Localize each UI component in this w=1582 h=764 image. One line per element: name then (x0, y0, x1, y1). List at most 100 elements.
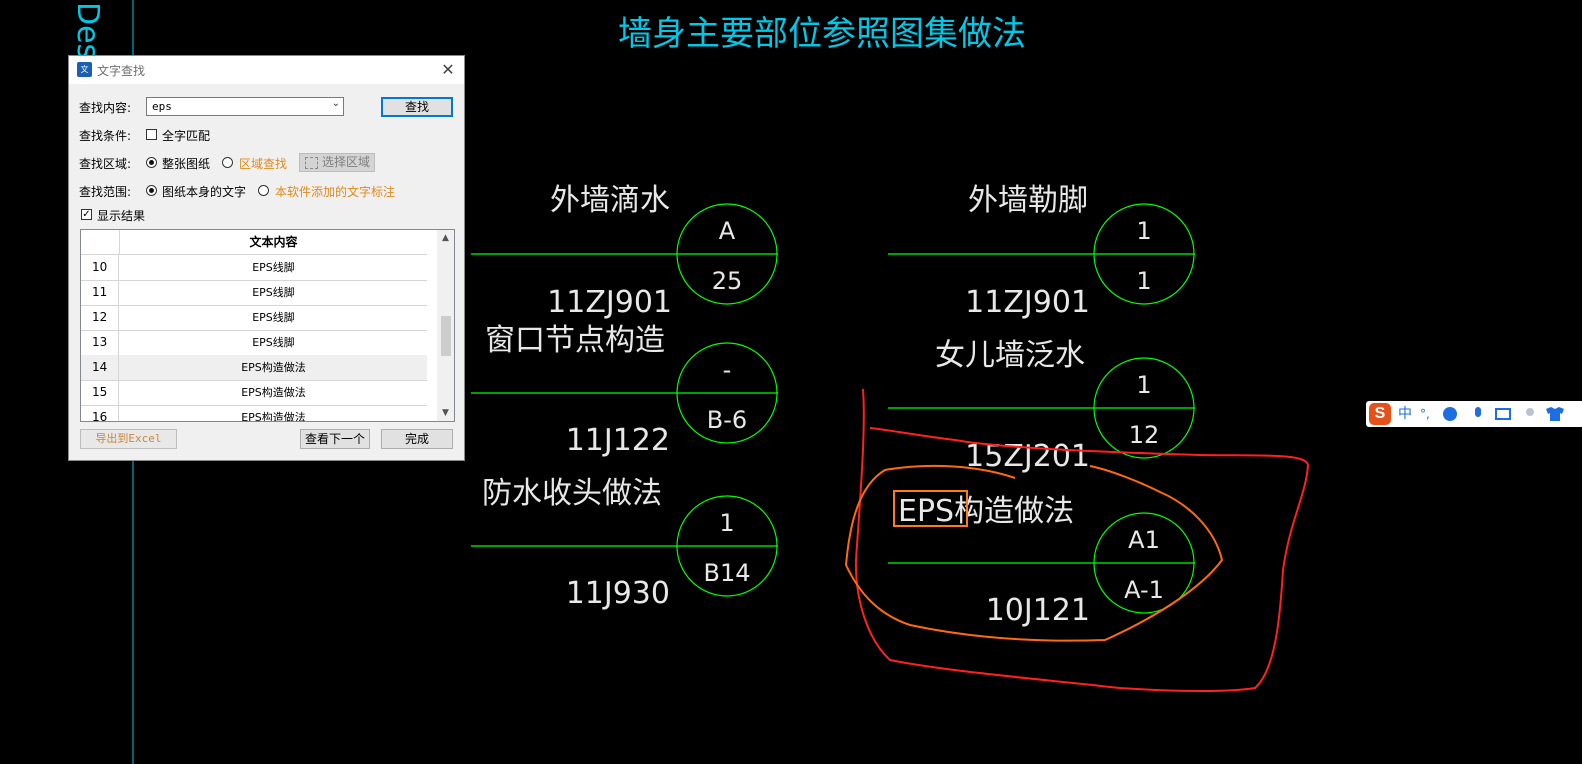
row-text: EPS线脚 (252, 336, 295, 349)
index-top-text: 1 (1136, 217, 1151, 245)
find-button[interactable]: 查找 (381, 97, 453, 117)
row-number: 16 (81, 405, 119, 421)
area-whole-label[interactable]: 整张图纸 (162, 155, 210, 172)
skin-icon[interactable] (1546, 407, 1564, 421)
atlas-code-text: 11J122 (566, 423, 670, 458)
row-number: 12 (81, 305, 119, 330)
scroll-up-icon[interactable]: ▲ (437, 230, 454, 246)
chevron-down-icon[interactable]: ⌄ (332, 98, 340, 109)
select-area-label: 选择区域 (322, 155, 371, 169)
table-row[interactable]: 16 EPS构造做法 (81, 405, 427, 422)
index-bottom-text: 1 (1136, 267, 1151, 295)
view-next-button[interactable]: 查看下一个 (300, 429, 370, 449)
search-condition-label: 查找条件: (79, 129, 132, 143)
scroll-thumb[interactable] (441, 316, 451, 356)
atlas-code-text: 11ZJ901 (965, 285, 1090, 320)
results-table[interactable]: 文本内容 10 EPS线脚 11 EPS线脚 12 EPS线脚 13 EPS线脚 14 EPS构造… (80, 229, 455, 422)
ime-mode-toggle[interactable]: 中 (1398, 405, 1412, 423)
detail-name-text: 外墙滴水 (550, 183, 670, 218)
export-excel-button[interactable]: 导出到Excel (80, 429, 177, 449)
edge-text: Des (70, 2, 105, 59)
emoji-icon[interactable] (1443, 407, 1457, 421)
detail-symbol: - B-6 11J122 窗口节点构造 (471, 323, 778, 458)
detail-symbol: 1 1 11ZJ901 外墙勒脚 (888, 183, 1195, 320)
index-bottom-text: 12 (1129, 421, 1160, 449)
search-input-value[interactable]: eps (152, 100, 172, 113)
area-region-radio[interactable] (222, 157, 233, 168)
table-row[interactable]: 14 EPS构造做法 (81, 355, 427, 381)
scope-annotation-radio[interactable] (258, 185, 269, 196)
index-top-text: 1 (1136, 371, 1151, 399)
row-text: EPS构造做法 (241, 361, 306, 374)
highlighted-match-text: EPS (898, 494, 954, 529)
search-content-label: 查找内容: (79, 101, 132, 115)
index-bottom-text: B-6 (707, 406, 747, 434)
dialog-title: 文字查找 (97, 64, 146, 78)
atlas-code-text: 11J930 (566, 576, 670, 611)
text-search-dialog: 文 文字查找 ✕ 查找内容: eps ⌄ 查找 查找条件: 全字匹配 查找区域:… (68, 55, 465, 461)
detail-symbol: 1 B14 11J930 防水收头做法 (471, 476, 778, 611)
microphone-icon[interactable] (1475, 407, 1481, 417)
search-area-label: 查找区域: (79, 157, 132, 171)
row-number-header (81, 230, 120, 254)
detail-name-text: EPS构造做法 (898, 494, 1074, 529)
index-bottom-text: 25 (712, 267, 743, 295)
index-bottom-text: A-1 (1124, 576, 1164, 604)
area-whole-radio[interactable] (146, 157, 157, 168)
ime-toolbar[interactable]: S 中 °, (1366, 401, 1582, 427)
sogou-logo-icon[interactable]: S (1369, 403, 1391, 425)
table-row[interactable]: 13 EPS线脚 (81, 330, 427, 356)
index-top-text: - (723, 356, 732, 384)
table-row[interactable]: 12 EPS线脚 (81, 305, 427, 331)
detail-name-text: 女儿墙泛水 (935, 338, 1085, 373)
close-icon[interactable]: ✕ (438, 60, 458, 80)
results-table-header: 文本内容 (81, 230, 427, 255)
ime-icons (1443, 407, 1564, 421)
index-top-text: 1 (719, 509, 734, 537)
detail-name-text: 外墙勒脚 (968, 183, 1088, 218)
done-button[interactable]: 完成 (381, 429, 453, 449)
whole-word-checkbox[interactable] (146, 129, 157, 140)
table-row[interactable]: 10 EPS线脚 (81, 255, 427, 281)
area-region-label[interactable]: 区域查找 (239, 155, 287, 172)
scroll-down-icon[interactable]: ▼ (437, 405, 454, 421)
select-area-button[interactable]: 选择区域 (299, 153, 375, 172)
show-results-checkbox[interactable]: ✓ (81, 209, 92, 220)
row-text: EPS线脚 (252, 311, 295, 324)
table-row[interactable]: 15 EPS构造做法 (81, 380, 427, 406)
detail-symbol: A 25 11ZJ901 外墙滴水 (471, 183, 778, 320)
atlas-code-text: 10J121 (986, 593, 1090, 628)
text-content-header: 文本内容 (249, 235, 298, 249)
punctuation-toggle[interactable]: °, (1420, 405, 1430, 423)
search-input[interactable]: eps ⌄ (146, 97, 344, 116)
scope-annotation-label[interactable]: 本软件添加的文字标注 (275, 183, 395, 200)
row-number: 14 (81, 355, 119, 380)
select-area-icon (305, 157, 318, 169)
search-scope-label: 查找范围: (79, 185, 132, 199)
red-freehand-annotation (854, 388, 1310, 692)
results-scrollbar[interactable]: ▲ ▼ (437, 230, 454, 421)
row-text: EPS线脚 (252, 286, 295, 299)
atlas-code-text: 11ZJ901 (547, 285, 672, 320)
detail-symbol: A1 A-1 10J121 EPS构造做法 (888, 494, 1195, 628)
row-number: 10 (81, 255, 119, 280)
scope-drawing-label[interactable]: 图纸本身的文字 (162, 183, 246, 200)
row-number: 11 (81, 280, 119, 305)
table-row[interactable]: 11 EPS线脚 (81, 280, 427, 306)
drawing-title: 墙身主要部位参照图集做法 (618, 14, 1026, 54)
user-icon[interactable] (1526, 408, 1534, 416)
app-icon: 文 (77, 62, 92, 77)
row-number: 13 (81, 330, 119, 355)
whole-word-label[interactable]: 全字匹配 (162, 127, 210, 144)
show-results-label[interactable]: 显示结果 (97, 207, 145, 224)
row-text: EPS构造做法 (241, 411, 306, 422)
keyboard-icon[interactable] (1495, 408, 1511, 420)
dialog-title-bar[interactable]: 文 文字查找 ✕ (69, 56, 464, 84)
row-number: 15 (81, 380, 119, 405)
detail-name-rest: 构造做法 (954, 494, 1074, 529)
row-text: EPS构造做法 (241, 386, 306, 399)
scope-drawing-radio[interactable] (146, 185, 157, 196)
index-top-text: A (719, 217, 736, 245)
detail-name-text: 防水收头做法 (482, 476, 662, 511)
row-text: EPS线脚 (252, 261, 295, 274)
